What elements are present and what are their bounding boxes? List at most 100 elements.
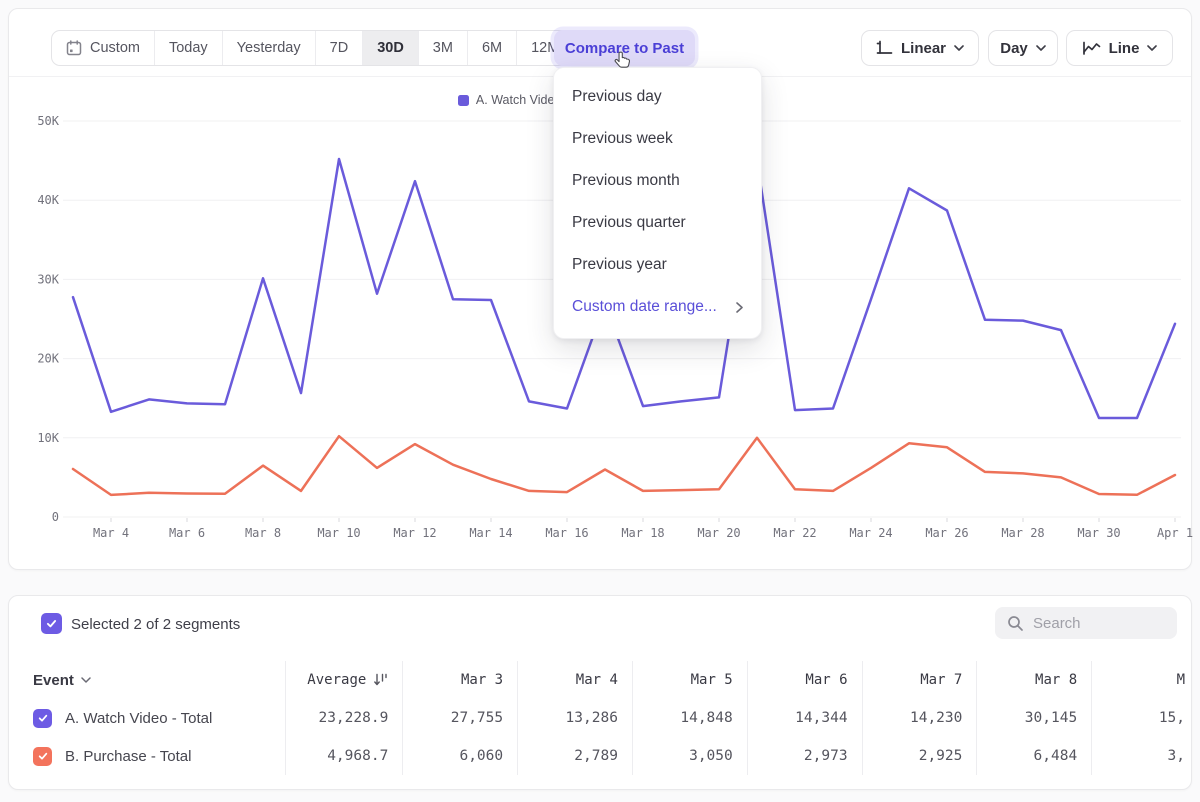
range-6m[interactable]: 6M: [468, 31, 517, 65]
chevron-down-icon: [1036, 45, 1046, 51]
menu-item-previous-day[interactable]: Previous day: [554, 76, 761, 118]
range-3m[interactable]: 3M: [419, 31, 468, 65]
range-30d[interactable]: 30D: [363, 31, 419, 65]
chevron-down-icon: [81, 677, 91, 683]
hand-cursor-icon: [610, 50, 633, 74]
scale-dropdown-button[interactable]: Linear: [861, 30, 979, 66]
value-cell: 2,789: [517, 737, 632, 775]
day-column-header[interactable]: Mar 7: [862, 661, 977, 699]
check-icon: [45, 617, 58, 630]
segment-name: A. Watch Video - Total: [65, 710, 212, 727]
average-header-label: Average: [307, 672, 366, 688]
check-icon: [37, 712, 49, 724]
clipped-value-cell: 15,: [1091, 699, 1191, 737]
scale-label: Linear: [901, 40, 946, 57]
segments-table-card: Selected 2 of 2 segments Event Average: [8, 595, 1192, 790]
clipped-column-header: M: [1091, 661, 1191, 699]
legend-swatch: [458, 95, 469, 106]
chevron-down-icon: [954, 45, 964, 51]
x-axis-tick-label: Mar 22: [773, 526, 816, 540]
day-column-header[interactable]: Mar 6: [747, 661, 862, 699]
x-axis-tick-label: Mar 26: [925, 526, 968, 540]
segment-name: B. Purchase - Total: [65, 748, 191, 765]
menu-item-previous-quarter[interactable]: Previous quarter: [554, 202, 761, 244]
menu-item-previous-week[interactable]: Previous week: [554, 118, 761, 160]
x-axis-tick-label: Mar 12: [393, 526, 436, 540]
y-axis-tick-label: 50K: [37, 114, 59, 128]
compare-to-past-menu: Previous dayPrevious weekPrevious monthP…: [553, 67, 762, 339]
chart-type-dropdown-button[interactable]: Line: [1066, 30, 1173, 66]
value-cell: 2,925: [862, 737, 977, 775]
axis-scale-icon: [876, 40, 893, 56]
x-axis-tick-label: Mar 16: [545, 526, 588, 540]
value-cell: 27,755: [402, 699, 517, 737]
event-cell: A. Watch Video - Total: [9, 709, 285, 728]
chevron-down-icon: [1147, 45, 1157, 51]
value-cell: 30,145: [976, 699, 1091, 737]
day-column-header[interactable]: Mar 5: [632, 661, 747, 699]
value-cell: 13,286: [517, 699, 632, 737]
range-today[interactable]: Today: [155, 31, 223, 65]
series-line-b: [73, 436, 1175, 495]
range-label: Today: [169, 40, 208, 56]
average-cell: 23,228.9: [285, 699, 403, 737]
check-icon: [37, 750, 49, 762]
segment-checkbox[interactable]: [33, 747, 52, 766]
range-label: Yesterday: [237, 40, 301, 56]
custom-date-range-label: Custom date range...: [572, 298, 717, 316]
value-cell: 3,050: [632, 737, 747, 775]
segments-table: Event Average Mar 3Mar 4Mar 5Mar 6Mar 7M…: [9, 661, 1191, 775]
day-column-header[interactable]: Mar 8: [976, 661, 1091, 699]
x-axis-tick-label: Mar 20: [697, 526, 740, 540]
menu-item-custom-date-range[interactable]: Custom date range...: [554, 286, 761, 328]
calendar-icon: [66, 40, 82, 56]
value-cell: 14,230: [862, 699, 977, 737]
y-axis-tick-label: 0: [52, 510, 59, 524]
average-column-header[interactable]: Average: [285, 661, 403, 699]
event-header-label: Event: [33, 672, 74, 689]
value-cell: 6,484: [976, 737, 1091, 775]
value-cell: 14,344: [747, 699, 862, 737]
selected-segments-label: Selected 2 of 2 segments: [71, 616, 240, 633]
x-axis-tick-label: Mar 14: [469, 526, 512, 540]
x-axis-tick-label: Apr 1: [1157, 526, 1193, 540]
x-axis-tick-label: Mar 30: [1077, 526, 1120, 540]
y-axis-tick-label: 30K: [37, 272, 59, 286]
x-axis-tick-label: Mar 6: [169, 526, 205, 540]
search-icon: [1007, 615, 1024, 632]
range-custom[interactable]: Custom: [52, 31, 155, 65]
range-yesterday[interactable]: Yesterday: [223, 31, 316, 65]
select-all-checkbox[interactable]: [41, 613, 62, 634]
value-cell: 14,848: [632, 699, 747, 737]
event-column-header[interactable]: Event: [9, 672, 285, 689]
segments-bar: Selected 2 of 2 segments: [9, 596, 1191, 661]
x-axis-tick-label: Mar 24: [849, 526, 892, 540]
sort-descending-icon: [373, 673, 388, 687]
range-label: Custom: [90, 40, 140, 56]
x-axis-tick-label: Mar 18: [621, 526, 664, 540]
x-axis-tick-label: Mar 4: [93, 526, 129, 540]
day-column-header[interactable]: Mar 4: [517, 661, 632, 699]
interval-label: Day: [1000, 40, 1028, 57]
menu-item-previous-month[interactable]: Previous month: [554, 160, 761, 202]
segment-checkbox[interactable]: [33, 709, 52, 728]
table-row: B. Purchase - Total4,968.76,0602,7893,05…: [9, 737, 1191, 775]
search-box[interactable]: [995, 607, 1177, 639]
table-row: A. Watch Video - Total 23,228.927,75513,2…: [9, 699, 1191, 737]
day-column-header[interactable]: Mar 3: [402, 661, 517, 699]
y-axis-tick-label: 20K: [37, 352, 59, 366]
x-axis-tick-label: Mar 28: [1001, 526, 1044, 540]
search-input[interactable]: [1033, 615, 1163, 632]
x-axis-tick-label: Mar 8: [245, 526, 281, 540]
range-label: 7D: [330, 40, 349, 56]
interval-dropdown-button[interactable]: Day: [988, 30, 1058, 66]
line-chart-icon: [1082, 41, 1101, 56]
chart-type-label: Line: [1109, 40, 1140, 57]
event-cell: B. Purchase - Total: [9, 747, 285, 766]
value-cell: 2,973: [747, 737, 862, 775]
range-7d[interactable]: 7D: [316, 31, 364, 65]
menu-item-previous-year[interactable]: Previous year: [554, 244, 761, 286]
chevron-right-icon: [736, 302, 743, 313]
range-label: 6M: [482, 40, 502, 56]
value-cell: 6,060: [402, 737, 517, 775]
